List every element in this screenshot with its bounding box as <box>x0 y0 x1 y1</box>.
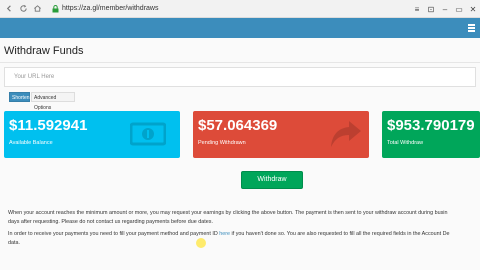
window-close-button[interactable]: ✕ <box>466 2 480 16</box>
page-title: Withdraw Funds <box>4 45 84 57</box>
address-bar[interactable]: https://za.gl/member/withdraws <box>52 2 158 16</box>
available-balance-box: $11.592941 Available Balance <box>4 111 180 158</box>
available-balance-label: Available Balance <box>9 140 53 146</box>
tab-advanced-options[interactable]: Advanced Options <box>31 92 75 111</box>
withdraw-button[interactable]: Withdraw <box>241 171 303 189</box>
tab-shorten[interactable]: Shorten <box>9 92 30 102</box>
money-bill-icon <box>130 122 166 146</box>
payment-info-paragraph: In order to receive your payments you ne… <box>8 230 480 247</box>
back-icon[interactable] <box>4 4 14 14</box>
divider <box>0 62 480 63</box>
info-text: In order to receive your payments you ne… <box>8 231 220 237</box>
total-withdraw-value: $953.790179 <box>387 117 475 134</box>
shorten-url-input[interactable]: Your URL Here <box>4 67 476 87</box>
info-line: When your account reaches the minimum am… <box>8 210 448 216</box>
browser-menu-button[interactable]: ≡ <box>410 2 424 16</box>
pending-withdrawn-label: Pending Withdrawn <box>198 140 246 146</box>
window-minimize-button[interactable]: ‒ <box>438 2 452 16</box>
hamburger-menu-icon[interactable] <box>468 24 475 32</box>
cursor-highlight <box>196 238 206 248</box>
total-withdraw-label: Total Withdraw <box>387 140 424 146</box>
pending-withdrawn-box: $57.064369 Pending Withdrawn <box>193 111 369 158</box>
info-line: In order to receive your payments you ne… <box>8 230 480 239</box>
pending-withdrawn-value: $57.064369 <box>198 117 278 134</box>
app-header <box>0 18 480 38</box>
withdraw-info-paragraph: When your account reaches the minimum am… <box>8 209 480 226</box>
address-url[interactable]: https://za.gl/member/withdraws <box>62 5 158 12</box>
total-withdraw-box: $953.790179 Total Withdraw <box>382 111 480 158</box>
share-arrow-icon <box>331 121 361 147</box>
available-balance-value: $11.592941 <box>9 117 88 134</box>
lock-icon <box>52 0 59 18</box>
home-icon[interactable] <box>32 4 42 14</box>
info-text: if you haven't done so. You are also req… <box>230 231 450 237</box>
info-line: days after requesting. Please do not con… <box>8 218 213 225</box>
reload-icon[interactable] <box>18 4 28 14</box>
info-line: data. <box>8 239 20 246</box>
browser-toolbar: https://za.gl/member/withdraws ≡ ⊡ ‒ ▭ ✕ <box>0 0 480 18</box>
payment-settings-link[interactable]: here <box>219 231 230 237</box>
window-restore-button[interactable]: ⊡ <box>424 2 438 16</box>
window-maximize-button[interactable]: ▭ <box>452 2 466 16</box>
